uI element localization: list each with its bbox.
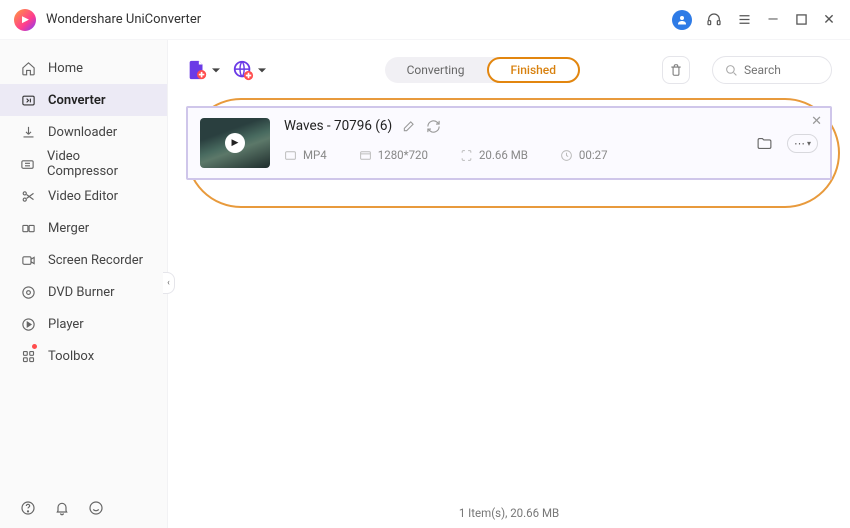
scissors-icon bbox=[20, 189, 36, 204]
titlebar: Wondershare UniConverter — ✕ bbox=[0, 0, 850, 40]
sidebar: Home Converter Downloader Video Compress… bbox=[0, 40, 168, 528]
item-title: Waves - 70796 (6) bbox=[284, 118, 392, 134]
item-format: MP4 bbox=[303, 148, 327, 162]
app-logo bbox=[14, 9, 36, 31]
sidebar-label: Home bbox=[48, 61, 83, 76]
merge-icon bbox=[20, 221, 36, 236]
search-input[interactable] bbox=[744, 63, 824, 77]
chevron-down-icon: ▾ bbox=[807, 139, 811, 148]
disc-icon bbox=[20, 285, 36, 300]
hamburger-icon[interactable] bbox=[736, 12, 752, 28]
help-icon[interactable] bbox=[20, 500, 36, 516]
format-icon bbox=[284, 149, 297, 162]
feedback-icon[interactable] bbox=[88, 500, 104, 516]
sidebar-label: Player bbox=[48, 317, 84, 332]
play-badge-icon: ▶ bbox=[225, 133, 245, 153]
sidebar-label: Video Compressor bbox=[47, 149, 147, 179]
sidebar-item-player[interactable]: Player bbox=[0, 308, 167, 340]
app-title: Wondershare UniConverter bbox=[46, 12, 201, 27]
converter-icon bbox=[20, 93, 36, 108]
grid-icon bbox=[20, 349, 36, 364]
item-size: 20.66 MB bbox=[479, 148, 528, 162]
item-duration: 00:27 bbox=[579, 148, 608, 162]
trash-icon bbox=[669, 63, 683, 77]
add-file-button[interactable] bbox=[186, 59, 220, 81]
minimize-button[interactable]: — bbox=[766, 13, 780, 27]
file-plus-icon bbox=[186, 59, 208, 81]
sidebar-label: Converter bbox=[48, 93, 106, 108]
headset-icon[interactable] bbox=[706, 12, 722, 28]
compress-icon bbox=[20, 157, 35, 172]
trash-button[interactable] bbox=[662, 56, 690, 84]
sidebar-label: Video Editor bbox=[48, 189, 118, 204]
edit-title-icon[interactable] bbox=[402, 119, 416, 133]
close-button[interactable]: ✕ bbox=[822, 13, 836, 27]
more-actions-button[interactable]: ⋯ ▾ bbox=[787, 134, 818, 153]
item-close-button[interactable]: ✕ bbox=[811, 114, 822, 129]
reconvert-icon[interactable] bbox=[426, 119, 441, 134]
video-thumbnail[interactable]: ▶ bbox=[200, 118, 270, 168]
globe-plus-icon bbox=[232, 59, 254, 81]
sidebar-item-recorder[interactable]: Screen Recorder bbox=[0, 244, 167, 276]
footer-summary: 1 Item(s), 20.66 MB bbox=[168, 506, 850, 520]
duration-icon bbox=[560, 149, 573, 162]
content-area: Converting Finished ✕ ▶ Waves - 70796 bbox=[168, 40, 850, 528]
bell-icon[interactable] bbox=[54, 500, 70, 516]
sidebar-label: Screen Recorder bbox=[48, 253, 143, 268]
notification-dot bbox=[32, 344, 37, 349]
play-icon bbox=[20, 317, 36, 332]
sidebar-item-editor[interactable]: Video Editor bbox=[0, 180, 167, 212]
tab-converting[interactable]: Converting bbox=[385, 57, 487, 83]
resolution-icon bbox=[359, 149, 372, 162]
sidebar-label: Downloader bbox=[48, 125, 117, 140]
search-icon bbox=[725, 64, 738, 77]
search-box[interactable] bbox=[712, 56, 832, 84]
download-icon bbox=[20, 125, 36, 140]
sidebar-item-downloader[interactable]: Downloader bbox=[0, 116, 167, 148]
sidebar-label: DVD Burner bbox=[48, 285, 115, 300]
open-folder-icon[interactable] bbox=[756, 135, 773, 152]
sidebar-item-compressor[interactable]: Video Compressor bbox=[0, 148, 167, 180]
sidebar-label: Toolbox bbox=[48, 349, 94, 364]
status-tabs: Converting Finished bbox=[385, 57, 580, 83]
file-item[interactable]: ✕ ▶ Waves - 70796 (6) MP4 1280*720 20.66… bbox=[186, 106, 832, 180]
sidebar-item-merger[interactable]: Merger bbox=[0, 212, 167, 244]
sidebar-item-dvd[interactable]: DVD Burner bbox=[0, 276, 167, 308]
sidebar-label: Merger bbox=[48, 221, 89, 236]
user-avatar[interactable] bbox=[672, 10, 692, 30]
sidebar-item-home[interactable]: Home bbox=[0, 52, 167, 84]
record-icon bbox=[20, 253, 36, 268]
ellipsis-icon: ⋯ bbox=[794, 137, 805, 150]
sidebar-item-toolbox[interactable]: Toolbox bbox=[0, 340, 167, 372]
item-resolution: 1280*720 bbox=[378, 148, 428, 162]
maximize-button[interactable] bbox=[794, 13, 808, 27]
sidebar-item-converter[interactable]: Converter bbox=[0, 84, 167, 116]
size-icon bbox=[460, 149, 473, 162]
tab-finished[interactable]: Finished bbox=[487, 57, 580, 83]
home-icon bbox=[20, 61, 36, 76]
add-url-button[interactable] bbox=[232, 59, 266, 81]
